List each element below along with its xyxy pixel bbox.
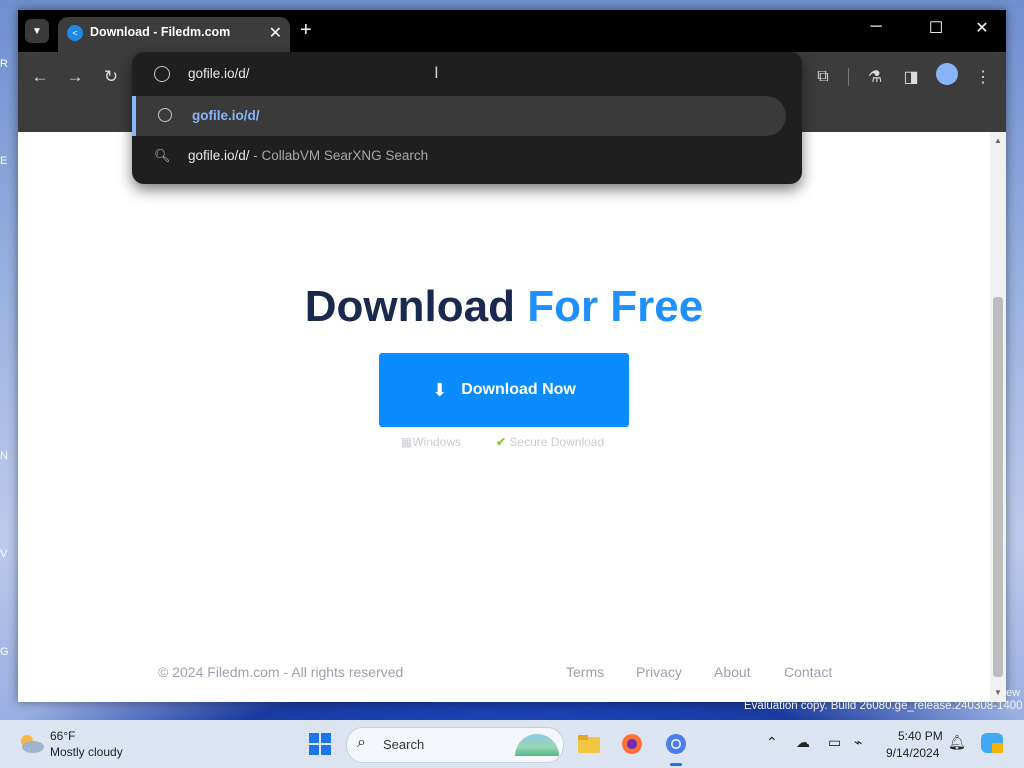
forward-button[interactable]: → [62, 64, 88, 90]
secure-download-label: ✔ Secure Download [496, 435, 605, 449]
close-tab-icon[interactable]: ✕ [269, 23, 282, 43]
search-icon: ⌕ [357, 734, 366, 751]
display-icon[interactable]: ▭ [828, 734, 841, 751]
desktop-icon[interactable]: R [0, 58, 18, 82]
clock-date[interactable]: 9/14/2024 [886, 746, 939, 760]
watermark-edge: ew [1006, 687, 1021, 699]
footer-link-terms[interactable]: Terms [566, 664, 604, 680]
suggestion-item-search[interactable]: 🔍︎ gofile.io/d/ - CollabVM SearXNG Searc… [132, 136, 786, 176]
footer-link-about[interactable]: About [714, 664, 751, 680]
chrome-icon[interactable] [660, 728, 692, 766]
reload-button[interactable]: ↻ [98, 64, 124, 90]
browser-tab[interactable]: < Download - Filedm.com ✕ [58, 17, 290, 52]
weather-desc[interactable]: Mostly cloudy [50, 745, 123, 759]
menu-icon[interactable]: ⋮ [970, 64, 996, 90]
footer-copyright: © 2024 Filedm.com - All rights reserved [158, 664, 404, 680]
toolbar-divider [848, 68, 849, 86]
windows-icon: ▦ [401, 435, 413, 449]
labs-flask-icon[interactable]: ⚗ [862, 64, 888, 90]
onedrive-offline-icon[interactable]: ☁ [796, 734, 810, 751]
scroll-down-arrow-icon[interactable]: ▼ [994, 688, 1002, 697]
notification-bell-icon[interactable]: 🔔︎ [948, 734, 966, 751]
headline-accent: For Free [527, 282, 704, 331]
page-scrollbar[interactable]: ▲ ▼ [990, 132, 1006, 702]
tab-strip: ▼ < Download - Filedm.com ✕ + ─ ☐ ✕ [18, 10, 1006, 52]
globe-icon [158, 108, 172, 122]
side-panel-icon[interactable]: ◨ [898, 64, 924, 90]
desktop-icon[interactable]: E [0, 155, 18, 179]
network-icon[interactable]: ⌁ [854, 734, 862, 751]
copilot-icon[interactable] [980, 732, 1004, 757]
search-highlight-icon [515, 734, 559, 756]
text-cursor-icon: Ⅰ [434, 65, 439, 82]
minimize-button[interactable]: ─ [856, 18, 896, 36]
desktop-icon[interactable]: N [0, 450, 18, 474]
share-icon: < [67, 25, 83, 41]
tray-chevron-icon[interactable]: ⌃ [766, 734, 778, 751]
cloudy-weather-icon[interactable] [16, 732, 46, 754]
desktop-icon[interactable]: V [0, 548, 18, 572]
footer-link-contact[interactable]: Contact [784, 664, 832, 680]
back-button[interactable]: ← [27, 64, 53, 90]
omnibox-dropdown: gofile.io/d/ Ⅰ gofile.io/d/ 🔍︎ gofile.io… [132, 52, 802, 184]
headline-main: Download [304, 282, 515, 331]
omnibox-input[interactable]: gofile.io/d/ [188, 66, 250, 81]
weather-temp[interactable]: 66°F [50, 729, 75, 743]
download-button-label: Download Now [461, 381, 576, 398]
download-now-button[interactable]: ⬇ Download Now [379, 353, 629, 427]
clock-time[interactable]: 5:40 PM [898, 729, 943, 743]
scroll-thumb[interactable] [993, 297, 1003, 677]
maximize-button[interactable]: ☐ [916, 18, 956, 38]
evaluation-watermark: Evaluation copy. Build 26080.ge_release.… [744, 700, 1023, 712]
checkmark-icon: ✔ [496, 435, 507, 449]
profile-avatar[interactable] [936, 63, 958, 85]
search-icon: 🔍︎ [154, 148, 171, 163]
search-label: Search [383, 737, 425, 752]
suggestion-text: gofile.io/d/ - CollabVM SearXNG Search [188, 148, 429, 163]
tab-title: Download - Filedm.com [90, 25, 231, 39]
taskbar-search[interactable]: ⌕ Search [346, 727, 564, 763]
taskbar: 66°F Mostly cloudy ⌕ Search ⌃ ☁ ▭ ⌁ 5:40… [0, 720, 1024, 768]
web-page: Download For Free ⬇ Download Now ▦Window… [18, 132, 990, 702]
globe-icon [154, 66, 170, 82]
tab-search-button[interactable]: ▼ [25, 19, 49, 43]
firefox-icon[interactable] [616, 728, 648, 760]
close-window-button[interactable]: ✕ [962, 18, 1002, 38]
desktop-icon[interactable]: G [0, 646, 18, 670]
download-icon: ⬇ [432, 379, 448, 400]
footer-link-privacy[interactable]: Privacy [636, 664, 682, 680]
suggestion-text: gofile.io/d/ [192, 108, 260, 123]
extensions-icon[interactable]: ⧉ [810, 64, 836, 90]
new-tab-button[interactable]: + [300, 19, 312, 42]
windows-start-icon[interactable] [309, 733, 331, 755]
suggestion-item-url[interactable]: gofile.io/d/ [132, 96, 786, 136]
windows-label: ▦Windows [401, 435, 462, 449]
file-explorer-icon[interactable] [573, 728, 605, 760]
page-headline: Download For Free [18, 282, 990, 332]
scroll-up-arrow-icon[interactable]: ▲ [994, 136, 1002, 145]
